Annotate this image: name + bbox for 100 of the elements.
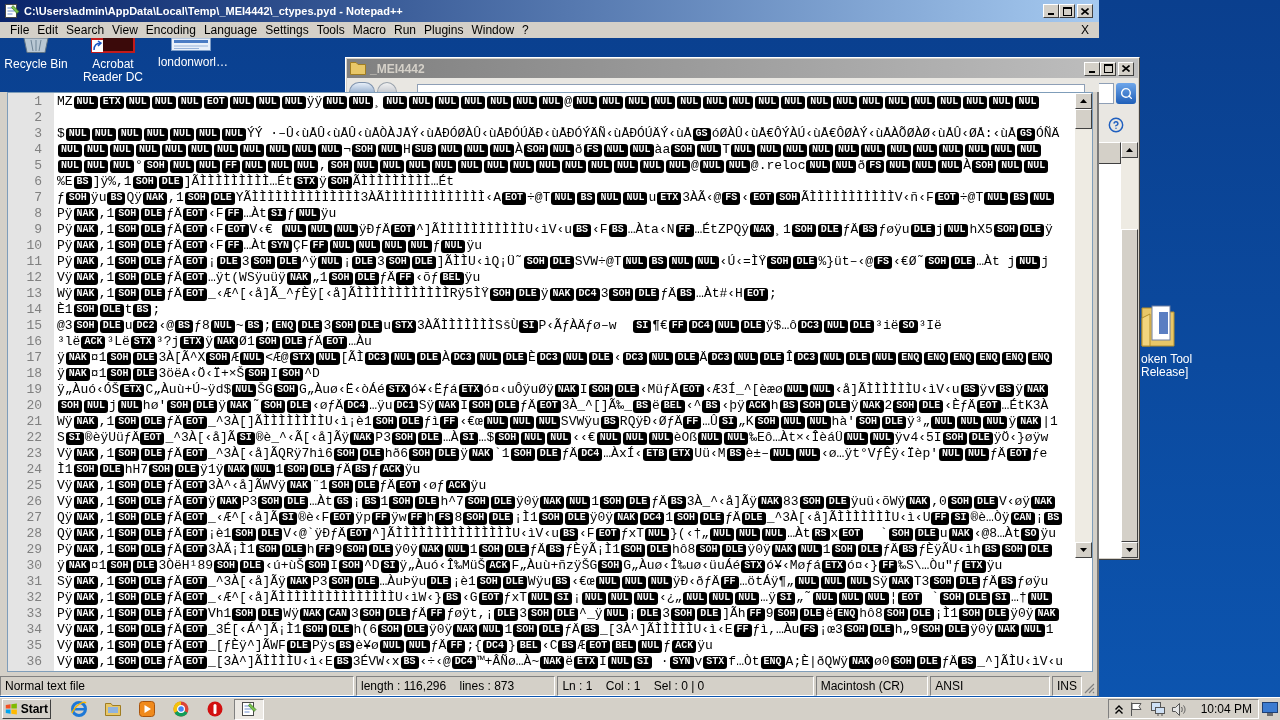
control-char-badge: BS	[1010, 191, 1029, 205]
control-char-badge: DLE	[141, 207, 166, 221]
code-text: ]ÃÌÌÌÌÌÌÌÌÌ…Ét	[183, 173, 293, 190]
control-char-badge: BEL	[660, 399, 685, 413]
scroll-down-button[interactable]	[1121, 542, 1138, 558]
menu-item[interactable]: Search	[62, 22, 109, 38]
start-button[interactable]: Start	[2, 699, 51, 719]
control-char-badge: NUL	[621, 575, 646, 589]
code-text: …Àt	[309, 493, 333, 511]
control-char-badge: NUL	[887, 143, 912, 157]
control-char-badge: NUL	[241, 159, 266, 173]
menu-item[interactable]: Run	[390, 22, 421, 38]
code-text: ó¥‹Møƒá	[766, 557, 821, 574]
code-text: _‹Æ^[‹å]Ã_^ƒÈÿ[‹å]ÃÌÌÌÌÌÌÌÌÌÌÌÌRÿ5ÌŸ	[207, 285, 489, 304]
control-char-badge: SOH	[510, 447, 535, 461]
chevron-up-icon[interactable]	[1114, 704, 1123, 714]
control-char-badge: EOT	[743, 287, 768, 301]
line-number: 2	[34, 109, 42, 128]
menu-item[interactable]: Encoding	[141, 22, 200, 38]
taskbar-button[interactable]	[234, 698, 264, 720]
code-text: _^3À[‹å]Ã	[165, 429, 236, 446]
code-text: Pÿ	[57, 221, 73, 240]
code-text: 1	[591, 493, 600, 512]
code-text: ë	[825, 605, 834, 624]
menu-item[interactable]: Settings	[261, 22, 313, 38]
vertical-scrollbar[interactable]	[1121, 142, 1138, 558]
control-char-badge: NUL	[599, 95, 624, 109]
code-text: ƒÄ	[166, 269, 182, 287]
code-text: _^3À[]ÃÌÌÌÌÌÌÌÌU‹ì¡è1	[207, 413, 372, 430]
control-char-badge: NUL	[84, 143, 109, 157]
code-text: RQÿÐ‹ØƒÄ	[619, 413, 683, 432]
minimize-button[interactable]	[1043, 4, 1059, 18]
maximize-button[interactable]	[1059, 4, 1075, 18]
column-header[interactable]	[1098, 142, 1121, 164]
code-text: ³ië	[875, 317, 899, 336]
code-text: ¡Ì1	[278, 621, 302, 638]
scroll-down-button[interactable]	[1075, 542, 1092, 558]
code-text: 3À[Ã^X	[158, 349, 206, 366]
menu-item[interactable]: ?	[518, 22, 533, 38]
control-char-badge: NUL	[383, 95, 408, 109]
code-text: ÿu	[404, 461, 421, 480]
close-button[interactable]	[1118, 61, 1134, 76]
menu-item[interactable]: View	[108, 22, 142, 38]
menu-item[interactable]: Macro	[348, 22, 390, 38]
close-button[interactable]	[1077, 4, 1093, 18]
control-char-badge: NUL	[735, 591, 760, 605]
clock-text[interactable]: 10:04 PM	[1200, 700, 1252, 718]
search-field[interactable]	[1099, 83, 1114, 104]
menu-item[interactable]: Edit	[33, 22, 63, 38]
code-text: ‹ú+ùŠ	[265, 557, 305, 574]
control-char-badge: SOH	[671, 607, 696, 621]
editor[interactable]	[7, 92, 1093, 672]
control-char-badge: NUL	[355, 239, 380, 253]
network-icon[interactable]	[1150, 702, 1165, 716]
control-char-badge: NUL	[783, 383, 808, 397]
control-char-badge: ETX	[180, 335, 205, 349]
control-char-badge: SI	[459, 431, 478, 445]
control-char-badge: BS	[442, 591, 461, 605]
control-char-badge: NUL	[806, 159, 831, 173]
code-text: ø0	[874, 653, 890, 671]
line-number: 32	[26, 589, 42, 608]
code-text: ¨1	[311, 477, 328, 494]
menu-item[interactable]: Language	[199, 22, 262, 38]
speaker-icon[interactable]	[1171, 702, 1186, 716]
code-text: ‹ÈƒÄ	[944, 397, 976, 416]
menu-item[interactable]: Plugins	[420, 22, 468, 38]
code-text: 3	[350, 605, 359, 624]
show-desktop-button[interactable]	[1262, 701, 1278, 717]
menu-item[interactable]: Window	[467, 22, 519, 38]
code-text: 1	[380, 493, 389, 512]
desktop-icon-label[interactable]: Acrobat Reader DC	[80, 58, 146, 84]
address-field[interactable]	[417, 84, 1085, 92]
flag-icon[interactable]	[1129, 702, 1144, 716]
scroll-up-button[interactable]	[1075, 93, 1092, 109]
code-text: ³Lë	[106, 333, 130, 352]
scroll-up-button[interactable]	[1121, 142, 1138, 158]
minimize-button[interactable]	[1084, 61, 1100, 76]
help-icon[interactable]	[1108, 117, 1124, 133]
code-text: ÿu	[90, 189, 107, 208]
control-char-badge: NUL	[724, 431, 749, 445]
control-char-badge: NUL	[965, 143, 990, 157]
control-char-badge: DLE	[141, 527, 166, 541]
control-char-badge: NUL	[824, 319, 849, 333]
vertical-scrollbar[interactable]	[1075, 93, 1092, 558]
control-char-badge: NAK	[286, 575, 311, 589]
menu-item[interactable]: File	[6, 22, 34, 38]
control-char-badge: NUL	[73, 95, 98, 109]
maximize-button[interactable]	[1100, 61, 1116, 76]
control-char-badge: DLE	[158, 175, 183, 189]
code-text: ÿ	[318, 173, 327, 190]
menu-item[interactable]: Tools	[312, 22, 349, 38]
desktop-icon-label[interactable]: oken Tool Release]	[1141, 353, 1197, 379]
scrollbar-thumb[interactable]	[1075, 109, 1092, 129]
code-text: ƒÄ	[166, 205, 182, 223]
desktop-icon-label[interactable]: Recycle Bin	[3, 58, 69, 71]
code-text: h	[770, 397, 779, 416]
close-document-button[interactable]: X	[1079, 22, 1091, 38]
search-button[interactable]	[1116, 83, 1136, 104]
scrollbar-thumb[interactable]	[1121, 229, 1138, 542]
code-text: 1	[469, 541, 478, 558]
